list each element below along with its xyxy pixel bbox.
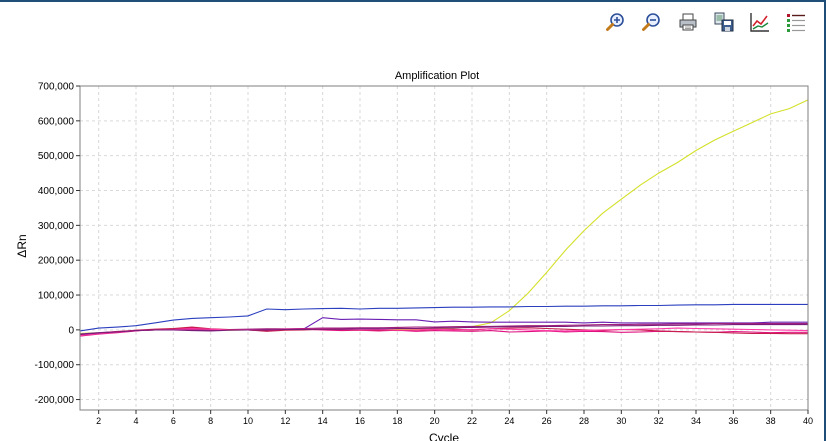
x-tick-label: 34	[691, 416, 701, 426]
y-tick-label: 700,000	[38, 82, 75, 93]
x-tick-label: 30	[616, 416, 626, 426]
x-tick-label: 6	[171, 416, 176, 426]
y-tick-label: 400,000	[38, 186, 75, 197]
y-tick-label: 300,000	[38, 221, 75, 232]
x-tick-label: 22	[467, 416, 477, 426]
x-tick-label: 36	[728, 416, 738, 426]
x-tick-label: 14	[318, 416, 328, 426]
x-axis: 2 4 6 8 10 12 14 16 18 20 22 24 26 28 30 32 34 36 38 40	[96, 410, 813, 426]
y-axis-label: ΔRn	[15, 234, 29, 257]
x-tick-label: 4	[133, 416, 138, 426]
y-tick-label: 0	[68, 325, 74, 336]
y-axis: -200,000 -100,000 0 100,000 200,000 300,000 40…	[35, 82, 80, 406]
x-tick-label: 10	[243, 416, 253, 426]
x-tick-label: 40	[803, 416, 813, 426]
y-tick-label: 100,000	[38, 291, 75, 302]
x-axis-label: Cycle	[429, 431, 459, 441]
x-tick-label: 12	[280, 416, 290, 426]
x-tick-label: 26	[542, 416, 552, 426]
x-tick-label: 20	[430, 416, 440, 426]
amplification-chart: 2 4 6 8 10 12 14 16 18 20 22 24 26 28 30 32 34 36 38 40 -20…	[15, 70, 813, 441]
plot-area	[80, 86, 808, 410]
x-tick-label: 16	[355, 416, 365, 426]
chart-title: Amplification Plot	[395, 70, 479, 82]
x-tick-label: 8	[208, 416, 213, 426]
x-tick-label: 2	[96, 416, 101, 426]
x-tick-label: 24	[504, 416, 514, 426]
x-tick-label: 32	[654, 416, 664, 426]
x-tick-label: 18	[392, 416, 402, 426]
x-tick-label: 28	[579, 416, 589, 426]
y-tick-label: 600,000	[38, 116, 75, 127]
y-tick-label: 200,000	[38, 256, 75, 267]
x-tick-label: 38	[766, 416, 776, 426]
y-tick-label: 500,000	[38, 151, 75, 162]
y-tick-label: -100,000	[35, 360, 75, 371]
y-tick-label: -200,000	[35, 395, 75, 406]
